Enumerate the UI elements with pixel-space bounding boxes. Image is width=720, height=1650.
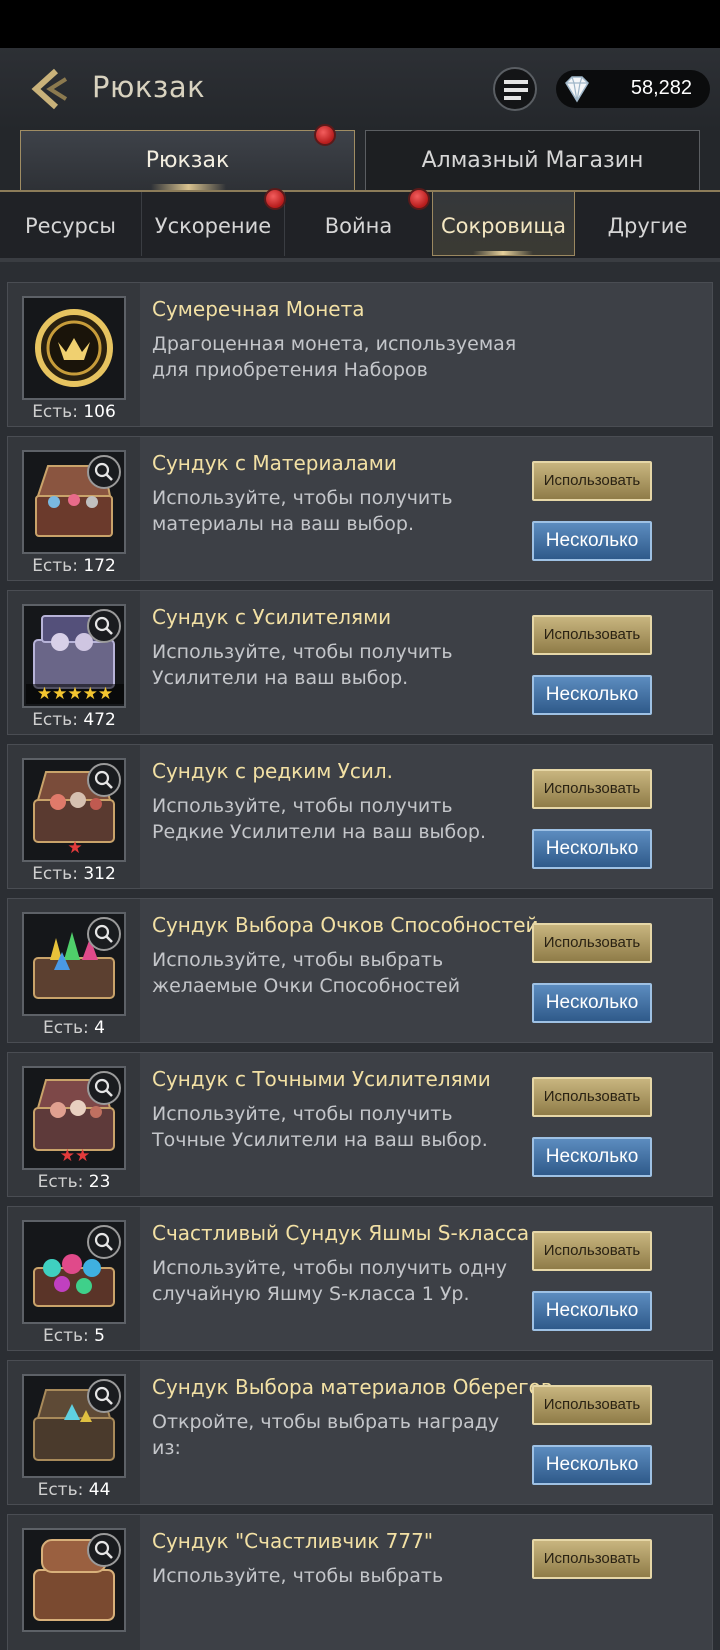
item-name: Сундук с Усилителями [152, 605, 392, 629]
materials-chest-icon[interactable] [22, 450, 126, 554]
item-description: Используйте, чтобы получить Редкие Усилит… [152, 795, 487, 843]
multiple-button[interactable]: Несколько [532, 1137, 652, 1177]
list-item: ★★★★★ Есть: 472 Сундук с Усилителями Исп… [7, 590, 713, 735]
use-button[interactable]: Использовать [532, 615, 652, 655]
diamond-icon [565, 76, 589, 103]
magnifier-icon[interactable] [87, 1071, 121, 1105]
multiple-button[interactable]: Несколько [532, 675, 652, 715]
magnifier-icon[interactable] [87, 1225, 121, 1259]
use-button[interactable]: Использовать [532, 461, 652, 501]
use-button[interactable]: Использовать [532, 1385, 652, 1425]
magnifier-icon[interactable] [87, 917, 121, 951]
twilight-coin-icon[interactable] [22, 296, 126, 400]
menu-list-button[interactable] [493, 67, 537, 111]
back-arrow-icon[interactable] [26, 65, 74, 113]
ability-points-chest-icon[interactable] [22, 912, 126, 1016]
tab-others[interactable]: Другие [575, 192, 720, 256]
item-thumb-area [8, 1515, 140, 1650]
magnifier-icon[interactable] [87, 763, 121, 797]
item-description: Используйте, чтобы получить материалы на … [152, 487, 453, 535]
list-item: Есть: 44 Сундук Выбора материалов Оберег… [7, 1360, 713, 1505]
item-count: Есть: 23 [37, 1172, 111, 1192]
item-name: Сундук с Точными Усилителями [152, 1067, 491, 1091]
notification-dot [408, 188, 430, 210]
diamond-balance[interactable]: 58,282 [556, 70, 710, 108]
item-count: Есть: 44 [37, 1480, 111, 1500]
item-description: Используйте, чтобы получить Точные Усилит… [152, 1103, 488, 1151]
rare-boosters-chest-icon[interactable]: ★ [22, 758, 126, 862]
multiple-button[interactable]: Несколько [532, 1445, 652, 1485]
notification-dot [314, 124, 336, 146]
item-description: Драгоценная монета, используемая для прио… [152, 333, 517, 381]
item-description: Используйте, чтобы выбрать желаемые Очки … [152, 949, 461, 997]
star-rating: ★★ [59, 1146, 91, 1166]
tab-backpack[interactable]: Рюкзак [20, 130, 355, 190]
item-count: Есть: 472 [32, 710, 116, 730]
sub-tabs: Ресурсы Ускорение Война Сокровища Другие [0, 188, 720, 258]
boosters-chest-icon[interactable]: ★★★★★ [22, 604, 126, 708]
multiple-button[interactable]: Несколько [532, 1291, 652, 1331]
lucky-777-chest-icon[interactable] [22, 1528, 126, 1632]
list-item: Сундук "Счастливчик 777" Используйте, чт… [7, 1514, 713, 1650]
use-button[interactable]: Использовать [532, 1231, 652, 1271]
tab-treasures[interactable]: Сокровища [432, 192, 575, 256]
magnifier-icon[interactable] [87, 609, 121, 643]
item-count: Есть: 172 [32, 556, 116, 576]
item-count: Есть: 4 [43, 1018, 105, 1038]
jasper-chest-icon[interactable] [22, 1220, 126, 1324]
item-count: Есть: 5 [43, 1326, 105, 1346]
list-item: Есть: 4 Сундук Выбора Очков Способностей… [7, 898, 713, 1043]
use-button[interactable]: Использовать [532, 1077, 652, 1117]
item-name: Сундук Выбора материалов Оберегов [152, 1375, 553, 1399]
item-count: Есть: 106 [32, 402, 116, 422]
precise-boosters-chest-icon[interactable]: ★★ [22, 1066, 126, 1170]
item-list[interactable]: Есть: 106 Сумеречная Монета Драгоценная … [0, 262, 720, 1650]
use-button[interactable]: Использовать [532, 923, 652, 963]
item-name: Сундук "Счастливчик 777" [152, 1529, 434, 1553]
list-item: Есть: 5 Счастливый Сундук Яшмы S-класса … [7, 1206, 713, 1351]
magnifier-icon[interactable] [87, 1533, 121, 1567]
item-description: Используйте, чтобы получить одну случайну… [152, 1257, 507, 1305]
list-icon [504, 80, 528, 100]
amulet-materials-chest-icon[interactable] [22, 1374, 126, 1478]
item-description: Откройте, чтобы выбрать награду из: [152, 1411, 500, 1459]
multiple-button[interactable]: Несколько [532, 521, 652, 561]
list-item: ★ Есть: 312 Сундук с редким Усил. Исполь… [7, 744, 713, 889]
list-item: Есть: 172 Сундук с Материалами Используй… [7, 436, 713, 581]
status-bar [0, 0, 720, 48]
item-count: Есть: 312 [32, 864, 116, 884]
page-title: Рюкзак [92, 70, 206, 104]
magnifier-icon[interactable] [87, 455, 121, 489]
item-name: Сумеречная Монета [152, 297, 365, 321]
star-rating: ★ [67, 838, 83, 858]
use-button[interactable]: Использовать [532, 1539, 652, 1579]
star-rating: ★★★★★ [26, 684, 124, 704]
item-name: Счастливый Сундук Яшмы S-класса [152, 1221, 530, 1245]
use-button[interactable]: Использовать [532, 769, 652, 809]
item-name: Сундук с редким Усил. [152, 759, 394, 783]
item-description: Используйте, чтобы получить Усилители на … [152, 641, 453, 689]
magnifier-icon[interactable] [87, 1379, 121, 1413]
multiple-button[interactable]: Несколько [532, 983, 652, 1023]
diamond-count: 58,282 [630, 77, 692, 99]
main-tabs: Рюкзак Алмазный Магазин [0, 124, 720, 192]
tab-resources[interactable]: Ресурсы [0, 192, 142, 256]
list-item: ★★ Есть: 23 Сундук с Точными Усилителями… [7, 1052, 713, 1197]
multiple-button[interactable]: Несколько [532, 829, 652, 869]
tab-diamond-shop[interactable]: Алмазный Магазин [365, 130, 700, 190]
list-item: Есть: 106 Сумеречная Монета Драгоценная … [7, 282, 713, 427]
item-name: Сундук с Материалами [152, 451, 397, 475]
item-description: Используйте, чтобы выбрать [152, 1565, 444, 1587]
notification-dot [264, 188, 286, 210]
item-name: Сундук Выбора Очков Способностей [152, 913, 539, 937]
header: Рюкзак 58,282 [0, 48, 720, 130]
